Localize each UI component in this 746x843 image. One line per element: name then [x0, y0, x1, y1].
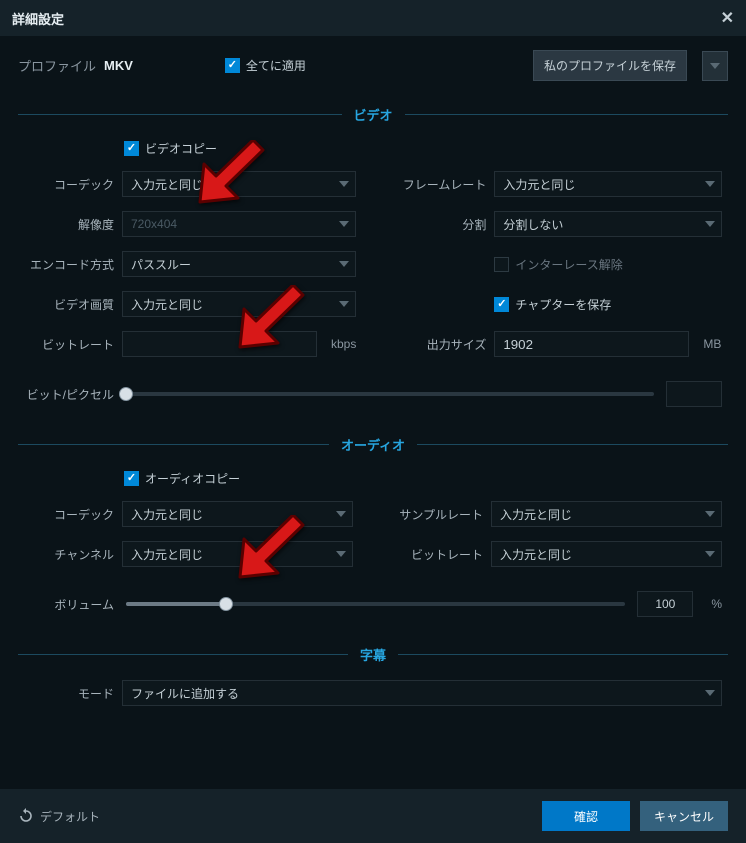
audio-bitrate-label: ビットレート: [393, 546, 483, 563]
content: ビデオ ビデオコピー コーデック 入力元と同じ フレームレート 入力元と同じ: [0, 105, 746, 706]
save-profile-button[interactable]: 私のプロファイルを保存: [533, 50, 687, 81]
samplerate-select[interactable]: 入力元と同じ: [491, 501, 722, 527]
channel-select[interactable]: 入力元と同じ: [122, 541, 353, 567]
checkbox-icon: [494, 257, 509, 272]
bitpixel-label: ビット/ピクセル: [24, 386, 114, 403]
bitpixel-slider[interactable]: [126, 392, 654, 396]
encode-mode-label: エンコード方式: [24, 256, 114, 273]
section-title-subtitle: 字幕: [360, 645, 386, 664]
apply-all-label: 全てに適用: [246, 57, 306, 74]
audio-copy-checkbox[interactable]: オーディオコピー: [124, 470, 240, 487]
apply-all-checkbox[interactable]: 全てに適用: [225, 57, 306, 74]
framerate-label: フレームレート: [396, 176, 486, 193]
volume-label: ボリューム: [24, 596, 114, 613]
keep-chapters-label: チャプターを保存: [515, 296, 611, 313]
checkbox-icon: [494, 297, 509, 312]
video-bitrate-label: ビットレート: [24, 336, 114, 353]
deinterlace-checkbox[interactable]: インターレース解除: [494, 256, 622, 273]
resolution-label: 解像度: [24, 216, 114, 233]
video-bitrate-unit: kbps: [331, 337, 356, 351]
titlebar: 詳細設定 ✕: [0, 0, 746, 36]
save-profile-dropdown[interactable]: [702, 51, 728, 81]
section-header-subtitle: 字幕: [18, 645, 728, 664]
chevron-down-icon: [339, 181, 349, 187]
chevron-down-icon: [336, 551, 346, 557]
cancel-button[interactable]: キャンセル: [640, 801, 728, 831]
top-row: プロファイル MKV 全てに適用 私のプロファイルを保存: [0, 36, 746, 91]
checkbox-icon: [225, 58, 240, 73]
default-button[interactable]: デフォルト: [18, 808, 100, 825]
video-copy-label: ビデオコピー: [145, 140, 217, 157]
keep-chapters-checkbox[interactable]: チャプターを保存: [494, 296, 611, 313]
channel-label: チャンネル: [24, 546, 114, 563]
chevron-down-icon: [705, 511, 715, 517]
ok-button[interactable]: 確認: [542, 801, 630, 831]
undo-icon: [18, 808, 34, 824]
dialog-title: 詳細設定: [12, 9, 64, 28]
audio-codec-label: コーデック: [24, 506, 114, 523]
section-audio: オーディオ オーディオコピー コーデック 入力元と同じ サンプルレート 入力元と…: [18, 435, 728, 617]
split-label: 分割: [396, 216, 486, 233]
codec-label: コーデック: [24, 176, 114, 193]
profile-name: MKV: [104, 58, 133, 73]
resolution-select[interactable]: 720x404: [122, 211, 356, 237]
chevron-down-icon: [705, 181, 715, 187]
video-codec-select[interactable]: 入力元と同じ: [122, 171, 356, 197]
close-icon[interactable]: ✕: [721, 8, 734, 28]
output-size-label: 出力サイズ: [396, 336, 486, 353]
split-select[interactable]: 分割しない: [494, 211, 722, 237]
output-size-input[interactable]: [494, 331, 689, 357]
volume-slider[interactable]: [126, 602, 625, 606]
video-quality-select[interactable]: 入力元と同じ: [122, 291, 356, 317]
section-subtitle: 字幕 モード ファイルに追加する: [18, 645, 728, 706]
checkbox-icon: [124, 471, 139, 486]
chevron-down-icon: [336, 511, 346, 517]
volume-value: 100: [637, 591, 693, 617]
section-video: ビデオ ビデオコピー コーデック 入力元と同じ フレームレート 入力元と同じ: [18, 105, 728, 407]
video-quality-label: ビデオ画質: [24, 296, 114, 313]
volume-unit: %: [711, 597, 722, 611]
section-title-video: ビデオ: [354, 105, 393, 124]
audio-copy-label: オーディオコピー: [145, 470, 240, 487]
chevron-down-icon: [339, 301, 349, 307]
chevron-down-icon: [705, 221, 715, 227]
encode-mode-select[interactable]: パススルー: [122, 251, 356, 277]
section-header-audio: オーディオ: [18, 435, 728, 454]
samplerate-label: サンプルレート: [393, 506, 483, 523]
subtitle-mode-select[interactable]: ファイルに追加する: [122, 680, 722, 706]
chevron-down-icon: [705, 690, 715, 696]
footer: デフォルト 確認 キャンセル: [0, 789, 746, 843]
subtitle-mode-label: モード: [24, 685, 114, 702]
chevron-down-icon: [705, 551, 715, 557]
chevron-down-icon: [339, 261, 349, 267]
output-size-unit: MB: [703, 337, 721, 351]
section-header-video: ビデオ: [18, 105, 728, 124]
chevron-down-icon: [339, 221, 349, 227]
profile-label: プロファイル: [18, 56, 96, 75]
section-title-audio: オーディオ: [341, 435, 405, 454]
video-copy-checkbox[interactable]: ビデオコピー: [124, 140, 217, 157]
framerate-select[interactable]: 入力元と同じ: [494, 171, 722, 197]
checkbox-icon: [124, 141, 139, 156]
deinterlace-label: インターレース解除: [515, 256, 622, 273]
bitpixel-value: [666, 381, 722, 407]
audio-bitrate-select[interactable]: 入力元と同じ: [491, 541, 722, 567]
audio-codec-select[interactable]: 入力元と同じ: [122, 501, 353, 527]
video-bitrate-input[interactable]: [122, 331, 317, 357]
